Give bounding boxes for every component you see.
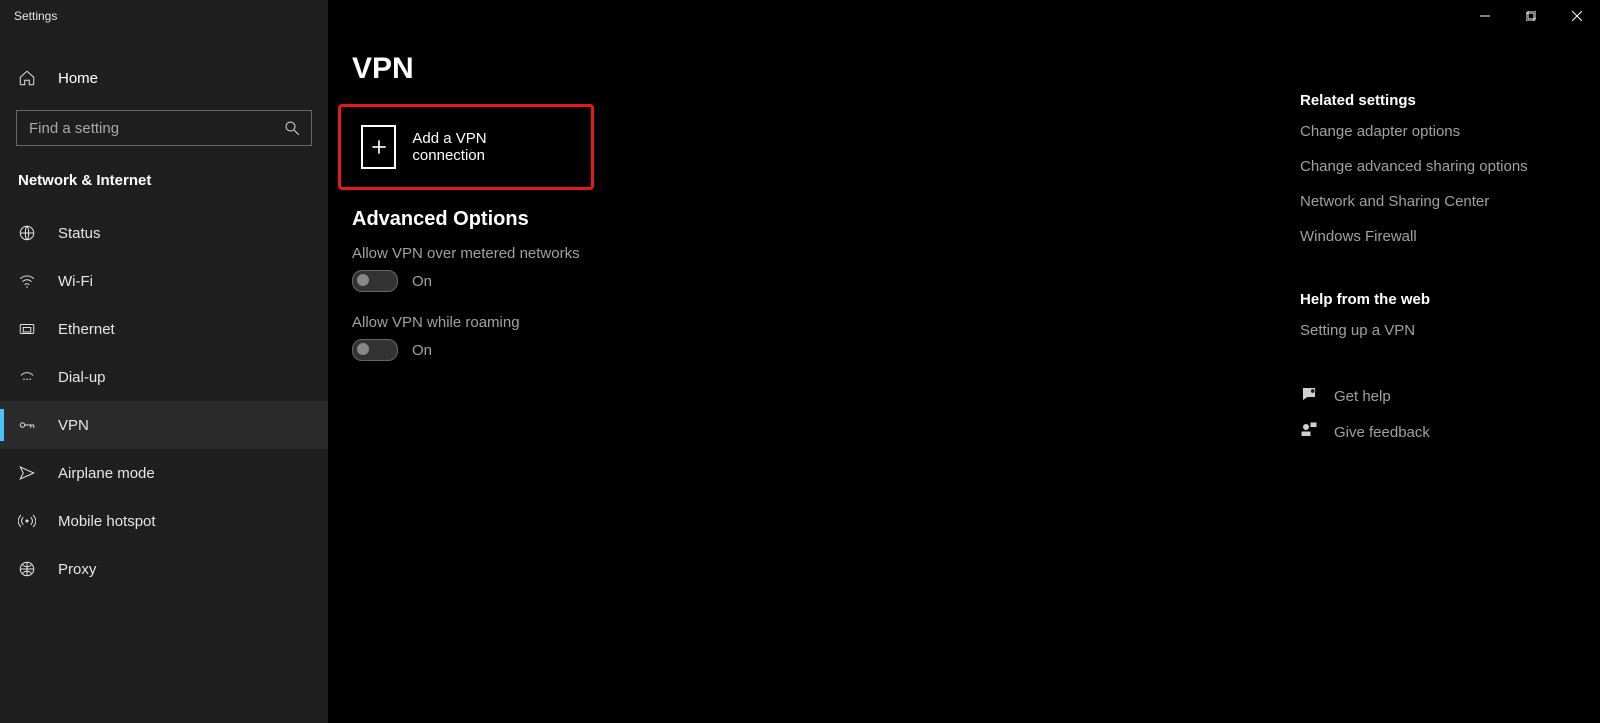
maximize-button[interactable] <box>1508 0 1554 32</box>
toggle-metered-label: Allow VPN over metered networks <box>352 245 1300 262</box>
sidebar-item-dialup[interactable]: Dial-up <box>0 353 328 401</box>
search-icon <box>283 119 301 137</box>
give-feedback-label: Give feedback <box>1334 424 1430 441</box>
plus-icon <box>361 125 396 169</box>
sidebar-item-status[interactable]: Status <box>0 209 328 257</box>
search-box[interactable] <box>16 110 312 146</box>
toggle-metered-state: On <box>412 273 432 290</box>
toggle-metered-group: Allow VPN over metered networks On <box>352 245 1300 292</box>
related-settings-heading: Related settings <box>1300 92 1580 109</box>
wifi-icon <box>18 272 36 290</box>
get-help-label: Get help <box>1334 388 1391 405</box>
sidebar-item-vpn[interactable]: VPN <box>0 401 328 449</box>
sidebar-item-airplane[interactable]: Airplane mode <box>0 449 328 497</box>
toggle-roaming-state: On <box>412 342 432 359</box>
toggle-roaming-label: Allow VPN while roaming <box>352 314 1300 331</box>
footer-links: Get help Give feedback <box>1300 385 1580 443</box>
link-network-sharing-center[interactable]: Network and Sharing Center <box>1300 193 1580 210</box>
sidebar-item-label: Dial-up <box>58 369 106 386</box>
close-button[interactable] <box>1554 0 1600 32</box>
ethernet-icon <box>18 320 36 338</box>
dialup-icon <box>18 368 36 386</box>
title-bar-right <box>328 0 1600 32</box>
main-content: VPN Add a VPN connection Advanced Option… <box>328 32 1300 723</box>
home-link[interactable]: Home <box>0 56 328 100</box>
sidebar-item-label: Wi-Fi <box>58 273 93 290</box>
sidebar: Settings Home Network & Internet Status <box>0 0 328 723</box>
status-icon <box>18 224 36 242</box>
help-heading: Help from the web <box>1300 291 1580 308</box>
sidebar-item-wifi[interactable]: Wi-Fi <box>0 257 328 305</box>
chat-icon <box>1300 385 1318 407</box>
link-setup-vpn[interactable]: Setting up a VPN <box>1300 322 1580 339</box>
home-label: Home <box>58 70 98 87</box>
airplane-icon <box>18 464 36 482</box>
sidebar-section-heading: Network & Internet <box>0 156 328 203</box>
sidebar-item-label: Ethernet <box>58 321 115 338</box>
search-input[interactable] <box>27 119 283 138</box>
link-change-adapter[interactable]: Change adapter options <box>1300 123 1580 140</box>
vpn-icon <box>18 416 36 434</box>
sidebar-item-proxy[interactable]: Proxy <box>0 545 328 593</box>
title-bar: Settings <box>0 0 328 32</box>
sidebar-item-label: Airplane mode <box>58 465 155 482</box>
sidebar-item-hotspot[interactable]: Mobile hotspot <box>0 497 328 545</box>
sidebar-item-label: VPN <box>58 417 89 434</box>
related-settings-block: Related settings Change adapter options … <box>1300 92 1580 245</box>
link-advanced-sharing[interactable]: Change advanced sharing options <box>1300 158 1580 175</box>
add-vpn-label: Add a VPN connection <box>412 130 531 164</box>
add-vpn-button[interactable]: Add a VPN connection <box>341 113 591 181</box>
toggle-roaming-group: Allow VPN while roaming On <box>352 314 1300 361</box>
search-wrap <box>0 100 328 156</box>
minimize-button[interactable] <box>1462 0 1508 32</box>
link-windows-firewall[interactable]: Windows Firewall <box>1300 228 1580 245</box>
feedback-icon <box>1300 421 1318 443</box>
main-area: VPN Add a VPN connection Advanced Option… <box>328 0 1600 723</box>
add-vpn-highlight: Add a VPN connection <box>338 104 594 190</box>
link-get-help[interactable]: Get help <box>1300 385 1580 407</box>
proxy-icon <box>18 560 36 578</box>
hotspot-icon <box>18 512 36 530</box>
home-icon <box>18 69 36 87</box>
sidebar-item-label: Status <box>58 225 101 242</box>
settings-window: Settings Home Network & Internet Status <box>0 0 1600 723</box>
help-block: Help from the web Setting up a VPN <box>1300 291 1580 339</box>
right-rail: Related settings Change adapter options … <box>1300 32 1600 723</box>
window-controls <box>1462 0 1600 32</box>
sidebar-item-label: Mobile hotspot <box>58 513 156 530</box>
window-title: Settings <box>0 9 57 23</box>
sidebar-item-ethernet[interactable]: Ethernet <box>0 305 328 353</box>
toggle-roaming[interactable] <box>352 339 398 361</box>
toggle-metered[interactable] <box>352 270 398 292</box>
sidebar-item-label: Proxy <box>58 561 96 578</box>
advanced-options-heading: Advanced Options <box>352 208 1300 231</box>
link-give-feedback[interactable]: Give feedback <box>1300 421 1580 443</box>
page-title: VPN <box>352 52 1300 86</box>
